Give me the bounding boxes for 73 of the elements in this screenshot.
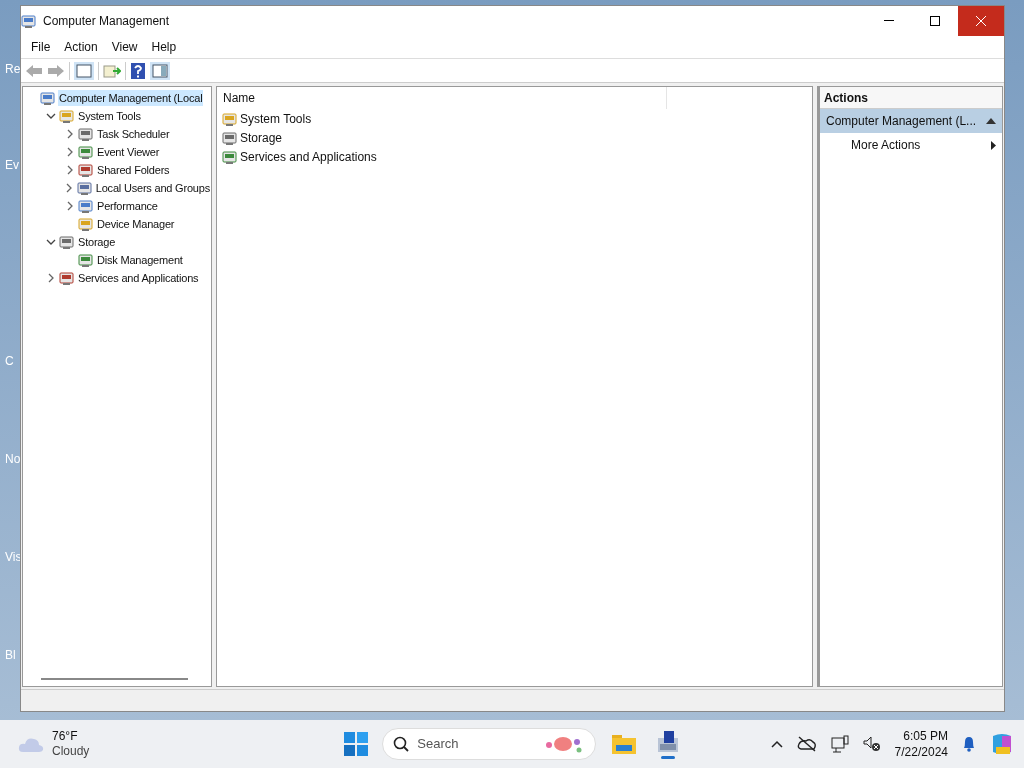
tree-item[interactable]: Disk Management [96, 251, 184, 269]
maximize-icon [930, 16, 940, 26]
node-icon [78, 144, 94, 160]
desktop-icon-label: Re [5, 61, 21, 78]
node-icon [78, 252, 94, 268]
node-icon [76, 180, 93, 196]
chevron-right-icon[interactable] [65, 165, 75, 175]
tree-item[interactable]: Local Users and Groups [94, 179, 211, 197]
network-icon[interactable] [830, 735, 849, 753]
node-icon [40, 90, 56, 106]
tree-item[interactable]: Services and Applications [77, 269, 200, 287]
desktop-icon-label: No [5, 451, 21, 468]
scrollbar-thumb[interactable] [41, 678, 188, 680]
node-icon [59, 270, 75, 286]
copilot-icon[interactable] [990, 732, 1014, 756]
node-icon [78, 198, 94, 214]
window-title: Computer Management [43, 13, 170, 30]
search-placeholder: Search [417, 735, 459, 754]
tree-item[interactable]: Shared Folders [96, 161, 171, 179]
menu-item[interactable]: Help [145, 38, 183, 56]
console-tree-icon[interactable] [74, 61, 94, 80]
node-icon [222, 129, 238, 146]
column-header[interactable]: Name [217, 87, 667, 109]
tree-item[interactable]: Performance [96, 197, 159, 215]
computer-management-icon[interactable] [656, 729, 681, 754]
menu-item[interactable]: View [105, 38, 144, 56]
menu-item[interactable]: Action [58, 38, 104, 56]
node-icon [78, 162, 94, 178]
start-icon[interactable] [344, 732, 369, 756]
minimize-icon [884, 20, 894, 22]
node-icon [78, 126, 94, 142]
chevron-down-icon[interactable] [46, 111, 56, 121]
chevron-up-icon[interactable] [770, 740, 783, 748]
export-list-icon[interactable] [103, 62, 121, 79]
list-item[interactable]: Services and Applications [240, 147, 377, 166]
chevron-down-icon[interactable] [46, 237, 56, 247]
node-icon [222, 110, 238, 127]
weather-text: Cloudy [52, 744, 90, 759]
list-item[interactable]: System Tools [240, 109, 312, 128]
search-icon [393, 736, 410, 752]
clock-date[interactable]: 7/22/2024 [894, 744, 948, 760]
chevron-right-icon[interactable] [65, 147, 75, 157]
action-item[interactable]: More Actions [851, 136, 921, 154]
node-icon [59, 108, 75, 124]
submenu-arrow-icon [991, 140, 996, 150]
tree-item[interactable]: System Tools [77, 107, 142, 125]
bell-icon[interactable] [962, 736, 976, 752]
node-icon [222, 148, 238, 165]
list-item[interactable]: Storage [240, 128, 283, 147]
collapse-icon[interactable] [986, 118, 996, 124]
chevron-right-icon[interactable] [46, 273, 56, 283]
chevron-right-icon[interactable] [65, 201, 75, 211]
desktop-icon-label: Bl [5, 647, 16, 664]
search-field[interactable]: Search [382, 728, 597, 760]
temperature-text: 76°F [52, 729, 79, 744]
node-icon [59, 234, 75, 250]
tree-item[interactable]: Computer Management (Local [58, 89, 204, 107]
clock-time[interactable]: 6:05 PM [903, 728, 948, 744]
speaker-muted-icon[interactable] [862, 736, 881, 752]
folder-icon[interactable] [612, 733, 637, 755]
tree-item[interactable]: Task Scheduler [96, 125, 171, 143]
tree-item[interactable]: Device Manager [96, 215, 176, 233]
chevron-right-icon[interactable] [65, 129, 75, 139]
desktop-icon-label: C [5, 353, 14, 370]
tree-item[interactable]: Storage [77, 233, 117, 251]
tree-item[interactable]: Event Viewer [96, 143, 161, 161]
node-icon [78, 216, 94, 232]
help-icon[interactable] [130, 61, 146, 80]
cloud-off-icon[interactable] [796, 736, 817, 752]
actions-header: Actions [820, 87, 1002, 109]
desktop-icon-label: Ev [5, 157, 19, 174]
close-icon [976, 16, 986, 26]
menu-item[interactable]: File [25, 38, 57, 56]
